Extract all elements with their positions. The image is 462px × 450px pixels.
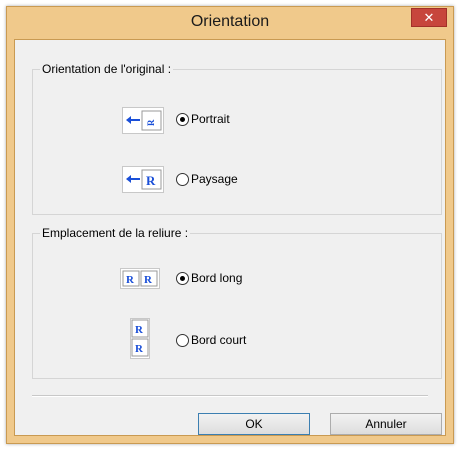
landscape-orientation-icon: R (122, 166, 164, 193)
long-edge-glyph-right: R (144, 274, 153, 286)
binding-group: Emplacement de la reliure : R R Bord lon… (32, 226, 442, 379)
landscape-radio[interactable] (176, 172, 189, 186)
short-edge-label: Bord court (191, 333, 247, 347)
long-edge-binding-icon: R R (120, 268, 160, 289)
short-edge-radio[interactable] (176, 333, 189, 347)
title-bar[interactable]: Orientation ✕ (7, 7, 453, 39)
short-edge-glyph-top: R (135, 324, 144, 336)
ok-button[interactable]: OK (198, 413, 310, 435)
long-edge-glyph-left: R (126, 274, 135, 286)
long-edge-option[interactable]: Bord long (176, 271, 242, 285)
close-icon: ✕ (423, 9, 435, 25)
long-edge-label: Bord long (191, 271, 243, 285)
binding-group-label: Emplacement de la reliure : (40, 226, 191, 240)
portrait-radio[interactable] (176, 112, 189, 126)
landscape-glyph: R (146, 173, 156, 188)
orientation-group: Orientation de l'original : R Portrait R (32, 62, 442, 215)
long-edge-radio[interactable] (176, 271, 189, 285)
short-edge-option[interactable]: Bord court (176, 333, 246, 347)
orientation-group-label: Orientation de l'original : (40, 62, 174, 76)
cancel-button[interactable]: Annuler (330, 413, 442, 435)
portrait-option[interactable]: Portrait (176, 112, 230, 126)
dialog-title: Orientation (190, 13, 270, 30)
portrait-label: Portrait (191, 112, 230, 126)
short-edge-glyph-bottom: R (135, 343, 144, 355)
close-button[interactable]: ✕ (411, 8, 447, 27)
short-edge-binding-icon: R R (130, 318, 150, 359)
landscape-option[interactable]: Paysage (176, 172, 238, 186)
dialog-content: Orientation de l'original : R Portrait R (14, 39, 446, 436)
landscape-label: Paysage (191, 172, 238, 186)
orientation-dialog: Orientation ✕ Orientation de l'original … (6, 6, 454, 444)
portrait-glyph: R (146, 119, 156, 126)
portrait-orientation-icon: R (122, 107, 164, 134)
separator (32, 395, 428, 397)
